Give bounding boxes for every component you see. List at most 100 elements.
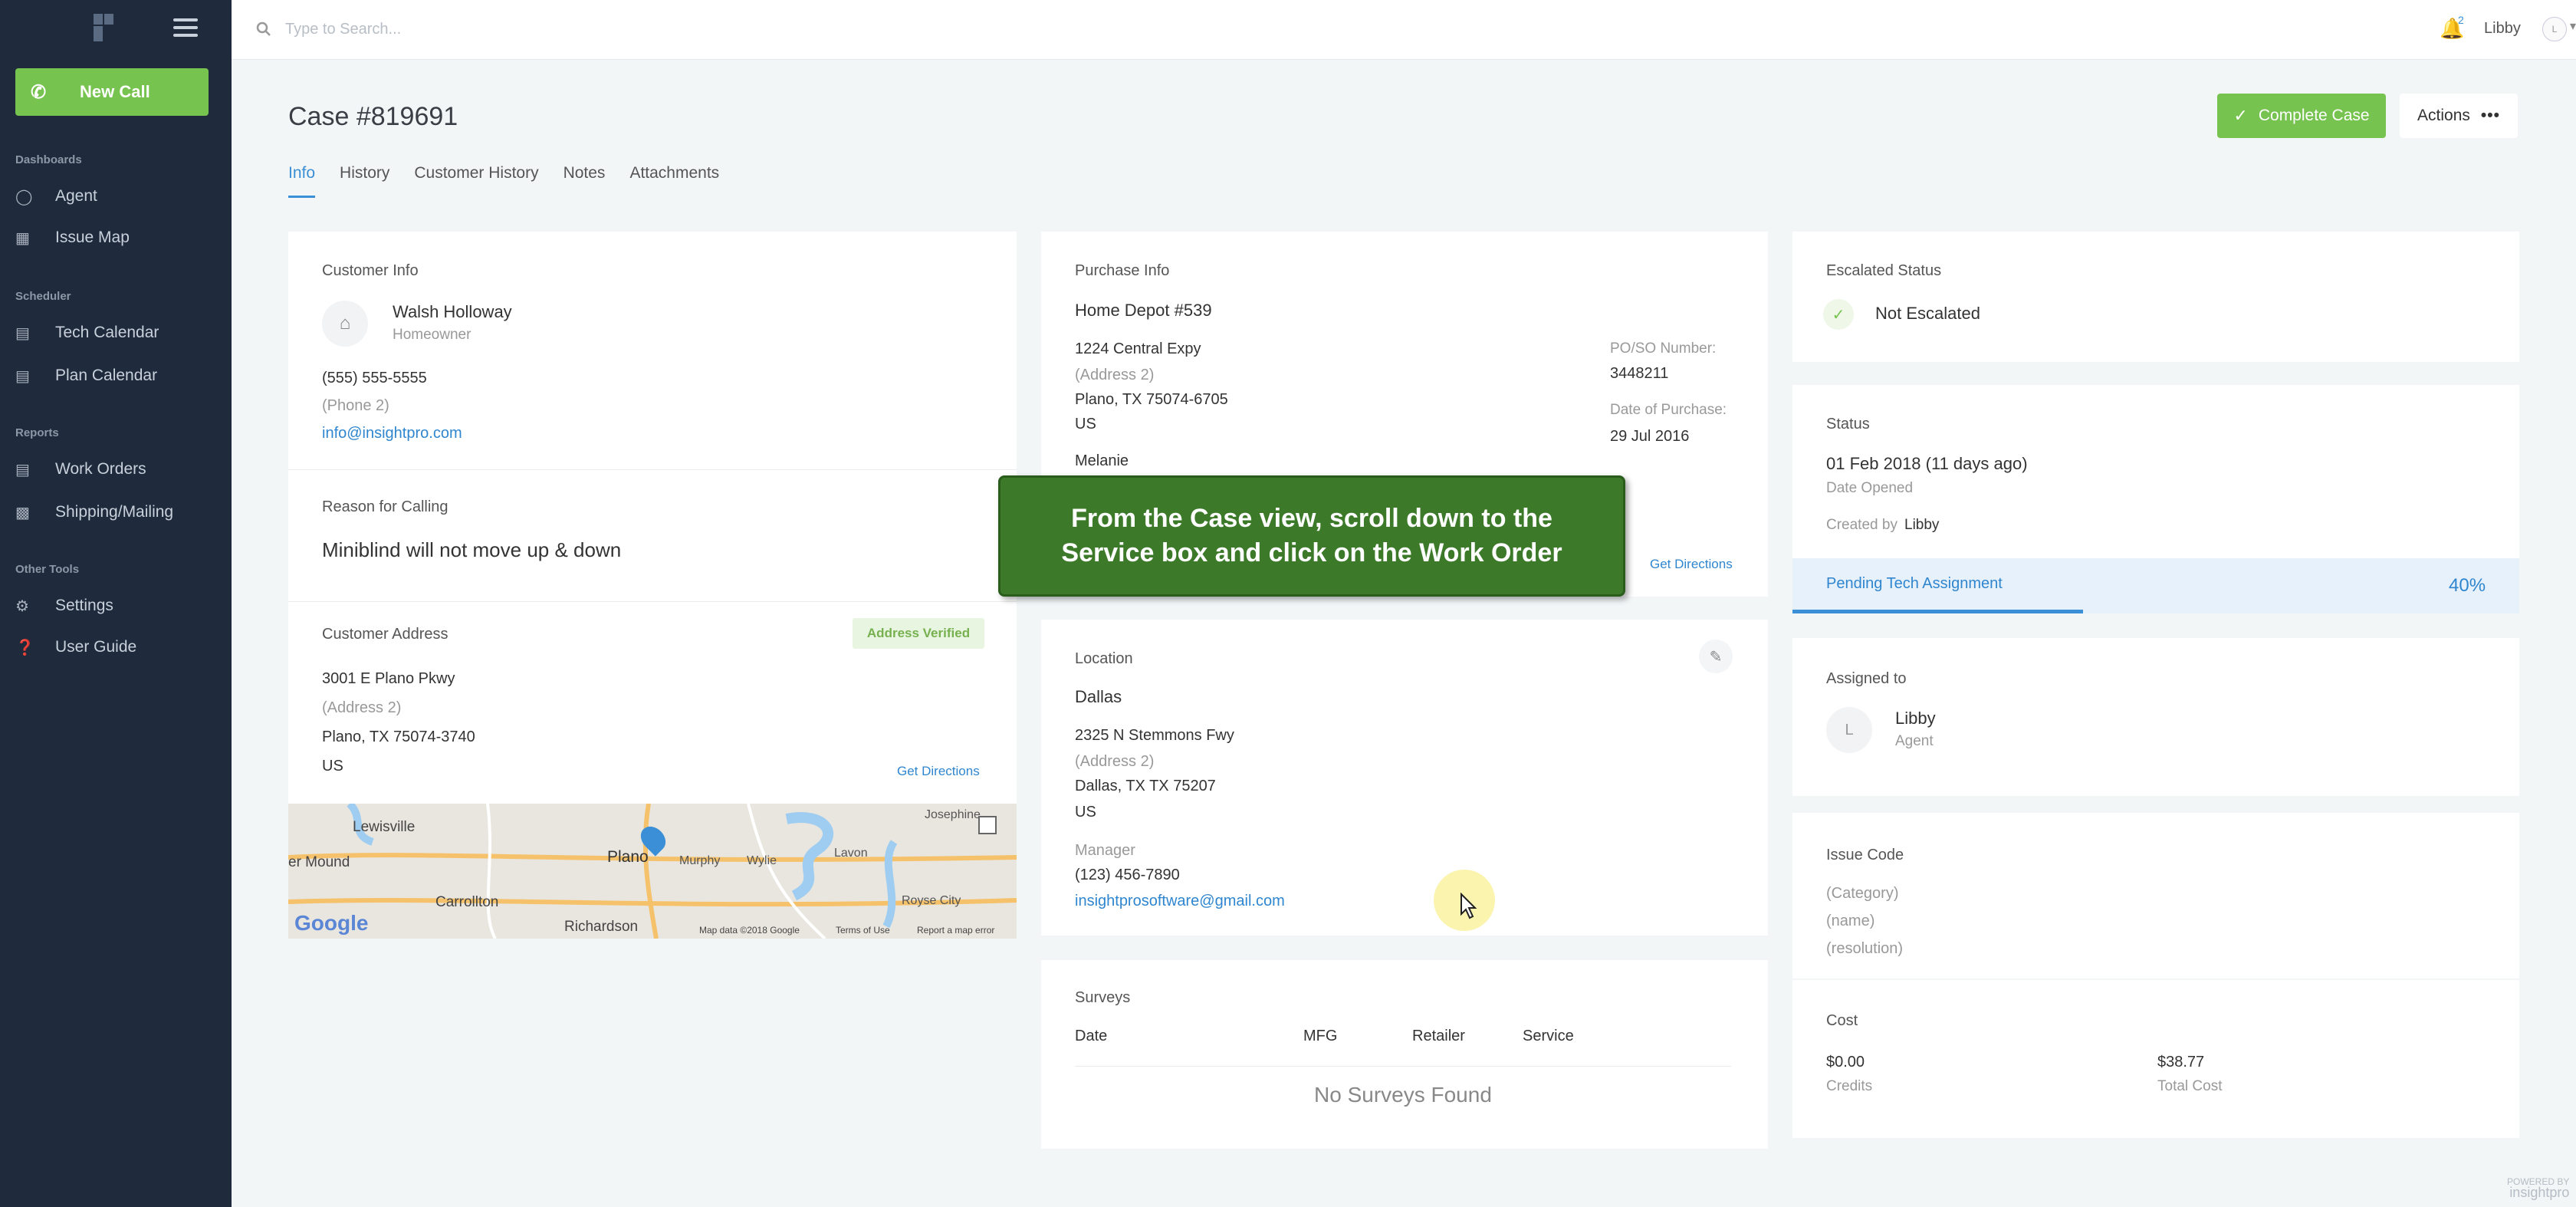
complete-case-label: Complete Case: [2258, 107, 2370, 124]
divider: [288, 601, 1017, 602]
new-call-label: New Call: [80, 82, 150, 101]
sidebar-item-plan-calendar[interactable]: ▤ Plan Calendar: [15, 362, 157, 390]
location-heading: Location: [1075, 650, 1133, 667]
section-dashboards: Dashboards: [15, 153, 82, 166]
notification-bell-icon[interactable]: 🔔 2: [2440, 14, 2467, 41]
sidebar-item-shipping[interactable]: ▩ Shipping/Mailing: [15, 498, 173, 526]
sidebar-item-settings[interactable]: ⚙ Settings: [15, 592, 113, 620]
progress-percent: 40%: [2449, 575, 2486, 596]
customer-country: US: [322, 758, 343, 775]
google-logo: Google: [294, 911, 369, 935]
created-by-label: Created by: [1826, 517, 1898, 533]
user-menu-name[interactable]: Libby: [2484, 20, 2521, 38]
new-call-button[interactable]: ✆ New Call: [15, 68, 209, 116]
surveys-card: Surveys Date MFG Retailer Service No Sur…: [1041, 960, 1768, 1149]
store-address2: (Address 2): [1075, 367, 1155, 383]
location-address1: 2325 N Stemmons Fwy: [1075, 727, 1234, 744]
tab-attachments[interactable]: Attachments: [629, 164, 719, 198]
location-name: Dallas: [1075, 687, 1122, 706]
sidebar-item-issue-map[interactable]: ▦ Issue Map: [15, 224, 130, 252]
issue-resolution: (resolution): [1826, 940, 1904, 957]
map-place-label: Lavon: [834, 847, 868, 860]
purchase-date-label: Date of Purchase:: [1610, 402, 1727, 418]
tutorial-callout-line2: Service box and click on the Work Order: [1061, 538, 1562, 567]
status-progress[interactable]: Pending Tech Assignment 40%: [1792, 558, 2519, 613]
reason-heading: Reason for Calling: [322, 498, 449, 515]
no-surveys-message: No Surveys Found: [1314, 1083, 1492, 1107]
document-icon: ▤: [15, 461, 30, 479]
gear-icon: ⚙: [15, 597, 29, 615]
customer-city: Plano, TX 75074-3740: [322, 728, 475, 745]
sidebar-item-work-orders[interactable]: ▤ Work Orders: [15, 456, 146, 483]
tab-notes[interactable]: Notes: [564, 164, 606, 198]
survey-col-retailer: Retailer: [1412, 1028, 1465, 1044]
sidebar-item-agent[interactable]: ◯ Agent: [15, 183, 97, 210]
location-card: Location ✎ Dallas 2325 N Stemmons Fwy (A…: [1041, 620, 1768, 936]
sidebar-item-label: Settings: [55, 597, 113, 614]
customer-address-heading: Customer Address: [322, 626, 449, 643]
purchase-info-heading: Purchase Info: [1075, 262, 1170, 279]
total-cost-label: Total Cost: [2157, 1078, 2223, 1094]
calendar-icon: ▤: [15, 324, 30, 342]
map-report-link[interactable]: Report a map error: [917, 925, 994, 936]
more-dots-icon: •••: [2480, 107, 2500, 124]
status-date: 01 Feb 2018 (11 days ago): [1826, 454, 2028, 473]
customer-phone2: (Phone 2): [322, 397, 389, 414]
sidebar-item-tech-calendar[interactable]: ▤ Tech Calendar: [15, 319, 159, 347]
location-country: US: [1075, 804, 1096, 821]
location-email-link[interactable]: insightprosoftware@gmail.com: [1075, 893, 1285, 910]
sidebar-item-label: Agent: [55, 187, 97, 205]
section-reports: Reports: [15, 426, 59, 439]
store-country: US: [1075, 416, 1096, 432]
case-tabs: Info History Customer History Notes Atta…: [288, 164, 744, 198]
map-terms-link[interactable]: Terms of Use: [836, 925, 890, 936]
sidebar-item-label: Work Orders: [55, 460, 146, 478]
sidebar-item-user-guide[interactable]: ❓ User Guide: [15, 633, 136, 661]
assignee-role: Agent: [1895, 733, 1934, 749]
purchase-get-directions-link[interactable]: Get Directions: [1650, 557, 1733, 572]
page-title: Case #819691: [288, 102, 458, 131]
customer-get-directions-link[interactable]: Get Directions: [897, 764, 980, 779]
sidebar: ✆ New Call Dashboards ◯ Agent ▦ Issue Ma…: [0, 0, 232, 1207]
assigned-heading: Assigned to: [1826, 670, 1907, 687]
location-phone: (123) 456-7890: [1075, 867, 1180, 883]
cost-card: Cost $0.00 Credits $38.77 Total Cost: [1792, 980, 2519, 1138]
tab-history[interactable]: History: [340, 164, 389, 198]
truck-icon: ▩: [15, 504, 30, 521]
check-icon: ✓: [1823, 299, 1854, 330]
customer-address2: (Address 2): [322, 699, 402, 716]
sidebar-item-label: User Guide: [55, 638, 137, 656]
location-city: Dallas, TX TX 75207: [1075, 778, 1216, 794]
sidebar-item-label: Shipping/Mailing: [55, 503, 174, 521]
app-logo-icon[interactable]: [94, 14, 115, 41]
customer-email-link[interactable]: info@insightpro.com: [322, 425, 462, 442]
edit-pencil-icon[interactable]: ✎: [1699, 640, 1733, 673]
created-by-value: Libby: [1904, 517, 1940, 533]
tab-customer-history[interactable]: Customer History: [414, 164, 538, 198]
progress-bar-fill: [1792, 610, 2084, 613]
complete-case-button[interactable]: ✓ Complete Case: [2217, 94, 2386, 138]
phone-icon: ✆: [30, 81, 47, 103]
search-input[interactable]: [285, 15, 745, 43]
issue-code-heading: Issue Code: [1826, 847, 1904, 863]
credits-label: Credits: [1826, 1078, 1873, 1094]
calendar-icon: ▤: [15, 367, 30, 385]
top-bar: 🔔2 Libby L ▾: [232, 0, 2576, 60]
customer-name[interactable]: Walsh Holloway: [393, 302, 512, 322]
customer-info-heading: Customer Info: [322, 262, 419, 279]
actions-button[interactable]: Actions •••: [2400, 94, 2518, 138]
actions-label: Actions: [2417, 107, 2470, 124]
home-icon: ⌂: [322, 301, 368, 347]
user-avatar[interactable]: L: [2542, 17, 2567, 41]
chevron-down-icon[interactable]: ▾: [2570, 18, 2576, 34]
fullscreen-icon[interactable]: [978, 816, 997, 834]
escalated-heading: Escalated Status: [1826, 262, 1942, 279]
location-map[interactable]: Lewisville Plano Murphy Wylie Lavon Jose…: [288, 804, 1017, 939]
sidebar-item-label: Issue Map: [55, 229, 130, 246]
survey-col-date: Date: [1075, 1028, 1108, 1044]
store-contact: Melanie: [1075, 452, 1129, 469]
tab-info[interactable]: Info: [288, 164, 316, 198]
hamburger-menu-icon[interactable]: [173, 18, 198, 38]
escalated-status-card: Escalated Status ✓ Not Escalated: [1792, 232, 2519, 362]
surveys-heading: Surveys: [1075, 989, 1131, 1006]
